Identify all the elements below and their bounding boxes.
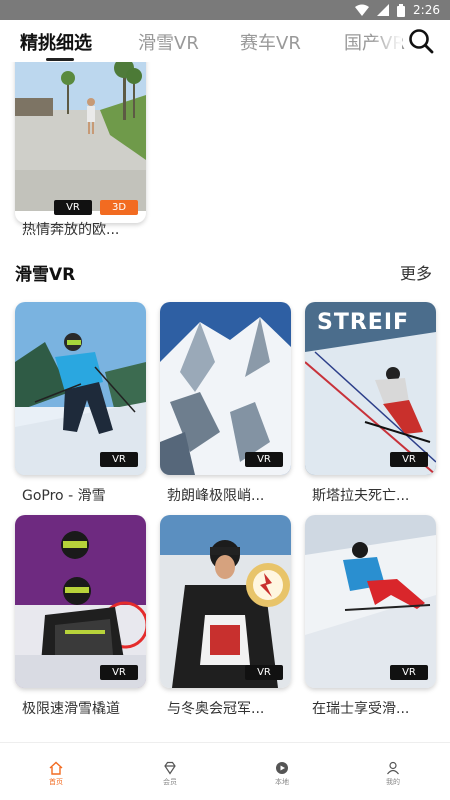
video-title[interactable]: 热情奔放的欧... — [22, 219, 119, 239]
tab-fade — [372, 22, 402, 60]
wifi-icon — [355, 4, 370, 16]
video-title[interactable]: 在瑞士享受滑... — [312, 698, 409, 718]
video-card-mont-blanc[interactable]: VR — [160, 302, 291, 475]
3d-badge: 3D — [100, 200, 138, 215]
video-card-europe[interactable]: VR 3D — [15, 62, 146, 223]
tab-ski-vr[interactable]: 滑雪VR — [138, 29, 199, 55]
nav-local-label: 本地 — [275, 778, 289, 786]
video-card-streif[interactable]: STREIF VR — [305, 302, 436, 475]
search-button[interactable] — [406, 26, 436, 56]
video-thumbnail — [305, 515, 436, 688]
battery-icon — [397, 3, 406, 17]
vr-badge: VR — [100, 665, 138, 680]
video-thumbnail — [160, 515, 291, 688]
nav-home[interactable]: 首页 — [36, 761, 76, 787]
search-icon — [409, 29, 434, 54]
nav-vip-label: 会员 — [163, 778, 177, 786]
tab-racing-vr[interactable]: 赛车VR — [240, 29, 301, 55]
vr-badge: VR — [54, 200, 92, 215]
tab-active-indicator — [46, 58, 74, 61]
status-time: 2:26 — [413, 3, 440, 17]
nav-home-label: 首页 — [49, 778, 63, 786]
video-card-bobsled[interactable]: VR — [15, 515, 146, 688]
video-title[interactable]: 与冬奥会冠军... — [167, 698, 264, 718]
video-card-gopro-ski[interactable]: VR — [15, 302, 146, 475]
diamond-icon — [164, 761, 176, 775]
nav-local[interactable]: 本地 — [262, 761, 302, 787]
video-thumbnail — [15, 62, 146, 211]
nav-profile[interactable]: 我的 — [373, 761, 413, 787]
video-thumbnail — [15, 515, 146, 688]
vr-badge: VR — [245, 665, 283, 680]
vr-badge: VR — [245, 452, 283, 467]
play-circle-icon — [276, 762, 288, 774]
nav-profile-label: 我的 — [386, 778, 400, 786]
video-title[interactable]: 斯塔拉夫死亡... — [312, 485, 409, 505]
vr-badge: VR — [100, 452, 138, 467]
video-title[interactable]: 勃朗峰极限峭... — [167, 485, 264, 505]
signal-icon — [377, 4, 390, 16]
video-card-olympic-champion[interactable]: VR — [160, 515, 291, 688]
video-thumbnail — [160, 302, 291, 475]
more-link[interactable]: 更多 — [400, 260, 432, 284]
video-thumbnail — [15, 302, 146, 475]
video-title[interactable]: 极限速滑雪橇道 — [22, 698, 120, 718]
vr-badge: VR — [390, 452, 428, 467]
nav-vip[interactable]: 会员 — [150, 761, 190, 787]
video-title[interactable]: GoPro - 滑雪 — [22, 485, 106, 505]
status-bar: 2:26 — [0, 0, 450, 20]
home-icon — [49, 761, 63, 775]
user-icon — [387, 761, 399, 775]
tab-featured[interactable]: 精挑细选 — [20, 29, 92, 55]
video-card-swiss-ski[interactable]: VR — [305, 515, 436, 688]
section-title: 滑雪VR — [15, 265, 76, 285]
streif-overlay-text: STREIF — [317, 310, 410, 335]
content-scroll-area[interactable]: VR 3D 热情奔放的欧... 滑雪VR 更多 VR GoPro - 滑雪 VR… — [0, 62, 450, 742]
vr-badge: VR — [390, 665, 428, 680]
bottom-nav: 首页 会员 本地 我的 — [0, 742, 450, 800]
